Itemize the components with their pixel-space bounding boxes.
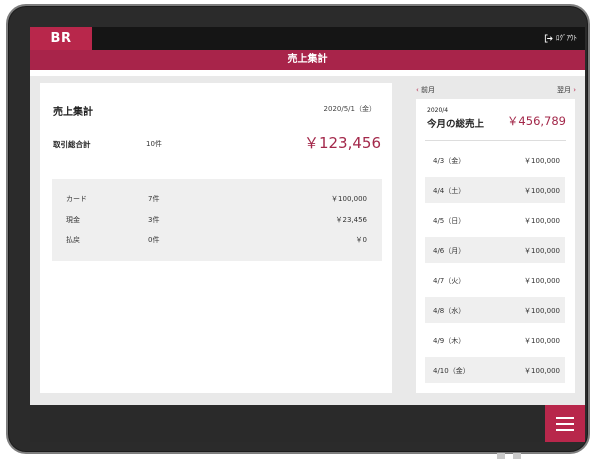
- summary-date: 2020/5/1（金）: [323, 105, 376, 113]
- daily-sales-row[interactable]: 4/7（火） ￥100,000: [425, 267, 565, 293]
- monthly-total-amount: ￥456,789: [506, 114, 566, 128]
- next-month-button[interactable]: 翌月 ›: [557, 85, 576, 95]
- previous-month-label: 前月: [421, 86, 436, 94]
- logout-icon: [544, 33, 553, 43]
- day-date: 4/10（金）: [433, 367, 470, 375]
- month-year: 2020/4: [427, 107, 449, 114]
- payment-breakdown: カード 7件 ￥100,000 現金 3件 ￥23,456 払戻 0件 ￥0: [52, 179, 382, 261]
- tablet-frame: BR ﾛｸﾞｱｳﾄ 売上集計 売上集計 2020/5/1（金） 取引総合計 10…: [6, 4, 590, 454]
- brand-logo: BR: [30, 27, 92, 50]
- day-date: 4/4（土）: [433, 187, 466, 195]
- day-date: 4/6（月）: [433, 247, 466, 255]
- logout-button[interactable]: ﾛｸﾞｱｳﾄ: [544, 33, 577, 43]
- menu-button[interactable]: [545, 405, 585, 442]
- daily-sales-row[interactable]: 4/5（日） ￥100,000: [425, 207, 565, 233]
- breakdown-row-cash: 現金 3件 ￥23,456: [52, 215, 382, 227]
- divider: [425, 140, 566, 141]
- daily-sales-row[interactable]: 4/8（水） ￥100,000: [425, 297, 565, 323]
- total-transactions-count: 10件: [146, 140, 162, 148]
- day-amount: ￥100,000: [524, 157, 560, 165]
- bottom-bar: [30, 405, 585, 442]
- breakdown-row-card: カード 7件 ￥100,000: [52, 194, 382, 206]
- breakdown-label: カード: [66, 195, 87, 203]
- next-month-label: 翌月: [556, 86, 571, 94]
- chevron-right-icon: ›: [573, 86, 576, 94]
- monthly-total-label: 今月の総売上: [427, 119, 485, 130]
- daily-sales-row[interactable]: 4/3（金） ￥100,000: [425, 147, 565, 173]
- day-amount: ￥100,000: [524, 217, 560, 225]
- breakdown-count: 0件: [148, 236, 160, 244]
- daily-sales-row[interactable]: 4/4（土） ￥100,000: [425, 177, 565, 203]
- day-date: 4/8（水）: [433, 307, 466, 315]
- breakdown-row-refund: 払戻 0件 ￥0: [52, 235, 382, 247]
- previous-month-button[interactable]: ‹ 前月: [416, 85, 435, 95]
- breakdown-count: 7件: [148, 195, 160, 203]
- app-screen: BR ﾛｸﾞｱｳﾄ 売上集計 売上集計 2020/5/1（金） 取引総合計 10…: [30, 27, 585, 442]
- daily-sales-row[interactable]: 4/6（月） ￥100,000: [425, 237, 565, 263]
- breakdown-amount: ￥23,456: [335, 216, 368, 224]
- breakdown-label: 払戻: [66, 236, 80, 244]
- daily-sales-row[interactable]: 4/10（金） ￥100,000: [425, 357, 565, 383]
- monthly-sales-panel: 2020/4 今月の総売上 ￥456,789 4/3（金） ￥100,000 4…: [416, 99, 575, 393]
- day-amount: ￥100,000: [524, 307, 560, 315]
- screen-title: 売上集計: [30, 50, 585, 70]
- chevron-left-icon: ‹: [416, 86, 419, 94]
- breakdown-label: 現金: [66, 216, 80, 224]
- summary-title: 売上集計: [53, 107, 93, 118]
- title-divider: [30, 70, 585, 76]
- day-date: 4/7（火）: [433, 277, 466, 285]
- day-amount: ￥100,000: [524, 277, 560, 285]
- day-date: 4/9（木）: [433, 337, 466, 345]
- device-stand-right: [513, 453, 521, 459]
- breakdown-amount: ￥0: [355, 236, 367, 244]
- daily-summary-panel: 売上集計 2020/5/1（金） 取引総合計 10件 ￥123,456 カード …: [40, 83, 392, 393]
- day-amount: ￥100,000: [524, 247, 560, 255]
- total-transactions-label: 取引総合計: [53, 140, 91, 149]
- day-amount: ￥100,000: [524, 337, 560, 345]
- day-date: 4/3（金）: [433, 157, 466, 165]
- day-amount: ￥100,000: [524, 187, 560, 195]
- breakdown-count: 3件: [148, 216, 160, 224]
- top-bar: BR ﾛｸﾞｱｳﾄ: [30, 27, 585, 50]
- device-stand-left: [497, 453, 505, 459]
- daily-sales-row[interactable]: 4/9（木） ￥100,000: [425, 327, 565, 353]
- total-sales-amount: ￥123,456: [303, 134, 381, 152]
- month-navigation: ‹ 前月 翌月 ›: [416, 83, 576, 97]
- day-date: 4/5（日）: [433, 217, 466, 225]
- logout-label: ﾛｸﾞｱｳﾄ: [556, 34, 577, 42]
- breakdown-amount: ￥100,000: [331, 195, 367, 203]
- day-amount: ￥100,000: [524, 367, 560, 375]
